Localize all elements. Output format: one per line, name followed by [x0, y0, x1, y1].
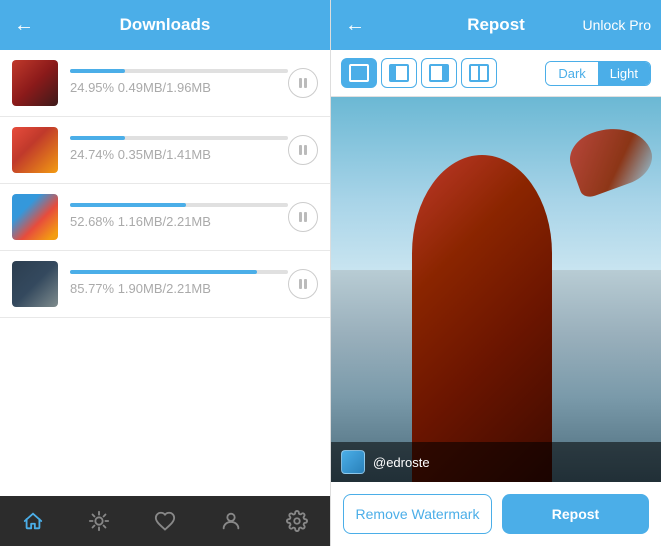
image-scene [331, 97, 661, 482]
bottom-nav [0, 496, 330, 546]
nav-profile[interactable] [211, 501, 251, 541]
watermark-bar: @edroste [331, 442, 661, 482]
right-panel: ← Repost Unlock Pro [330, 0, 661, 546]
nav-settings[interactable] [277, 501, 317, 541]
watermark-avatar [341, 450, 365, 474]
download-item: 85.77% 1.90MB/2.21MB [0, 251, 330, 318]
download-info-3: 52.68% 1.16MB/2.21MB [70, 203, 288, 231]
download-text-4: 85.77% 1.90MB/2.21MB [70, 281, 211, 296]
download-text-3: 52.68% 1.16MB/2.21MB [70, 214, 211, 229]
frame-options [341, 58, 497, 88]
toolbar: Dark Light [331, 50, 661, 97]
repost-button[interactable]: Repost [502, 494, 649, 534]
frame-option-3[interactable] [421, 58, 457, 88]
frame-option-4[interactable] [461, 58, 497, 88]
watermark-username: @edroste [373, 455, 430, 470]
frame-1-icon [349, 63, 369, 83]
theme-dark-button[interactable]: Dark [546, 62, 597, 85]
pause-icon-2 [298, 144, 308, 156]
right-back-button[interactable]: ← [345, 14, 365, 37]
nav-favorites[interactable] [145, 501, 185, 541]
right-title: Repost [467, 15, 525, 35]
thumbnail-2 [12, 127, 58, 173]
frame-option-1[interactable] [341, 58, 377, 88]
pause-button-4[interactable] [288, 269, 318, 299]
download-info-2: 24.74% 0.35MB/1.41MB [70, 136, 288, 164]
progress-bar-bg-3 [70, 203, 288, 207]
thumbnail-3 [12, 194, 58, 240]
left-back-button[interactable]: ← [14, 14, 34, 37]
progress-bar-bg-4 [70, 270, 288, 274]
theme-toggle: Dark Light [545, 61, 651, 86]
hair-body [412, 155, 552, 482]
gear-icon [286, 510, 308, 532]
progress-bar-bg-2 [70, 136, 288, 140]
frame-option-2[interactable] [381, 58, 417, 88]
progress-bar-fill-4 [70, 270, 257, 274]
download-list: 24.95% 0.49MB/1.96MB 24.74% 0.35MB/1.41M… [0, 50, 330, 496]
thumbnail-1 [12, 60, 58, 106]
download-item: 24.95% 0.49MB/1.96MB [0, 50, 330, 117]
progress-bar-fill-3 [70, 203, 186, 207]
left-header: ← Downloads [0, 0, 330, 50]
pause-button-1[interactable] [288, 68, 318, 98]
nav-brightness[interactable] [79, 501, 119, 541]
pause-icon-4 [298, 278, 308, 290]
brightness-icon [88, 510, 110, 532]
download-text-2: 24.74% 0.35MB/1.41MB [70, 147, 211, 162]
pause-button-2[interactable] [288, 135, 318, 165]
download-item: 24.74% 0.35MB/1.41MB [0, 117, 330, 184]
thumbnail-4 [12, 261, 58, 307]
user-icon [220, 510, 242, 532]
download-info-1: 24.95% 0.49MB/1.96MB [70, 69, 288, 97]
download-text-1: 24.95% 0.49MB/1.96MB [70, 80, 211, 95]
right-header: ← Repost Unlock Pro [331, 0, 661, 50]
theme-light-button[interactable]: Light [598, 62, 650, 85]
nav-home[interactable] [13, 501, 53, 541]
download-item: 52.68% 1.16MB/2.21MB [0, 184, 330, 251]
frame-3-icon [429, 63, 449, 83]
progress-bar-bg-1 [70, 69, 288, 73]
pause-icon-1 [298, 77, 308, 89]
home-icon [22, 510, 44, 532]
left-title: Downloads [120, 15, 211, 35]
progress-bar-fill-1 [70, 69, 125, 73]
download-info-4: 85.77% 1.90MB/2.21MB [70, 270, 288, 298]
pause-button-3[interactable] [288, 202, 318, 232]
remove-watermark-button[interactable]: Remove Watermark [343, 494, 492, 534]
progress-bar-fill-2 [70, 136, 125, 140]
frame-4-icon [469, 63, 489, 83]
action-buttons: Remove Watermark Repost [331, 482, 661, 546]
image-container: @edroste [331, 97, 661, 482]
pause-icon-3 [298, 211, 308, 223]
left-panel: ← Downloads 24.95% 0.49MB/1.96MB [0, 0, 330, 546]
frame-2-icon [389, 63, 409, 83]
unlock-pro-button[interactable]: Unlock Pro [583, 17, 651, 33]
heart-icon [154, 510, 176, 532]
